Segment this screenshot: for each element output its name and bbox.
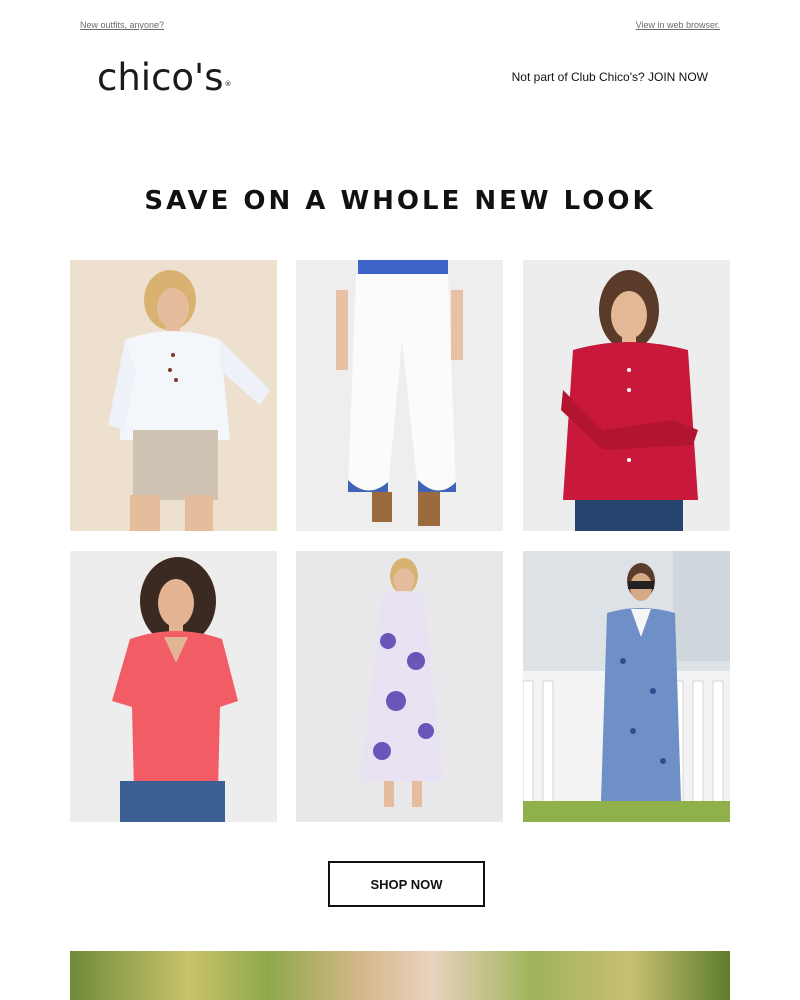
shop-now-button[interactable]: SHOP NOW bbox=[328, 861, 485, 907]
registered-mark: ® bbox=[224, 80, 232, 88]
product-image-white-shirt[interactable] bbox=[70, 260, 277, 531]
logo-text: chico's bbox=[97, 56, 224, 99]
brand-logo[interactable]: chico's® bbox=[97, 58, 232, 98]
page-title: SAVE ON A WHOLE NEW LOOK bbox=[144, 186, 656, 216]
preheader: New outfits, anyone? View in web browser… bbox=[80, 20, 720, 34]
new-outfits-link[interactable]: New outfits, anyone? bbox=[80, 20, 164, 30]
product-image-blue-dress[interactable] bbox=[523, 551, 730, 822]
join-now-link[interactable]: Not part of Club Chico's? JOIN NOW bbox=[512, 70, 708, 84]
view-in-browser-link[interactable]: View in web browser. bbox=[636, 20, 720, 30]
hero-banner-image[interactable] bbox=[70, 951, 730, 1000]
product-image-coral-tee[interactable] bbox=[70, 551, 277, 822]
product-image-red-shirt[interactable] bbox=[523, 260, 730, 531]
product-image-white-pants[interactable] bbox=[296, 260, 503, 531]
product-image-floral-dress[interactable] bbox=[296, 551, 503, 822]
